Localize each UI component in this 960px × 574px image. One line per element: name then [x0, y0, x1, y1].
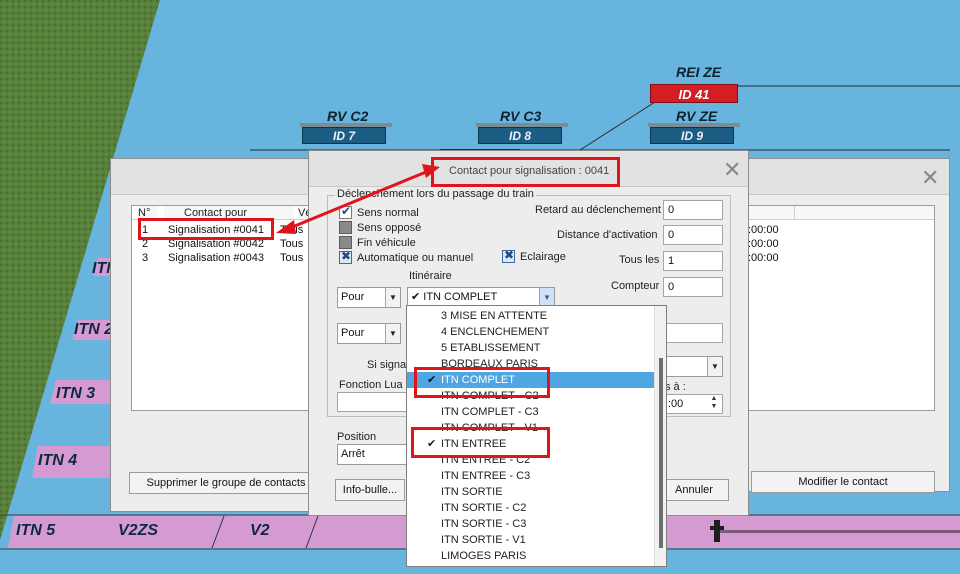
link-arrow	[276, 164, 440, 234]
